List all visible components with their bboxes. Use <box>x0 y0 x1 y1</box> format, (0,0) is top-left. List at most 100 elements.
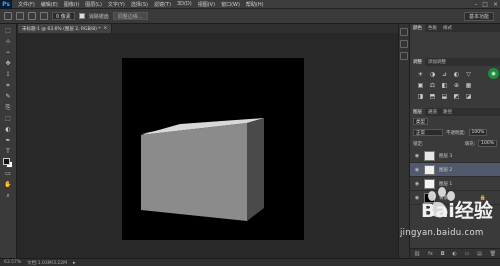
menu-help[interactable]: 帮助(H) <box>243 1 267 8</box>
eraser-tool-icon[interactable]: ⬚ <box>3 114 14 123</box>
brush-panel-icon[interactable] <box>400 52 408 60</box>
document-tabs: 未标题-1 @ 63.6% (图层 2, RGB/8) * × <box>18 24 398 33</box>
minimize-icon[interactable]: – <box>474 1 477 8</box>
canvas-area[interactable] <box>18 33 398 258</box>
layers-panel-tabs: 图层 通道 路径 <box>410 108 500 116</box>
status-menu-icon[interactable]: ▸ <box>73 260 76 266</box>
refine-edge-button[interactable]: 调整边缘... <box>112 12 148 20</box>
visibility-eye-icon[interactable]: ◉ <box>414 181 420 187</box>
layer-thumbnail <box>424 150 435 161</box>
opacity-label: 不透明度: <box>446 130 466 136</box>
tab-styles[interactable]: 样式 <box>440 24 455 32</box>
foreground-color-swatch[interactable] <box>3 158 10 165</box>
layer-mask-icon[interactable]: ◘ <box>441 251 445 257</box>
fill-field[interactable]: 100% <box>478 140 497 147</box>
levels-icon[interactable]: ◑ <box>428 70 437 78</box>
invert-icon[interactable]: ◨ <box>416 92 425 100</box>
threshold-icon[interactable]: ⬓ <box>440 92 449 100</box>
tab-channels[interactable]: 通道 <box>425 108 440 116</box>
quick-select-tool-icon[interactable]: ✥ <box>3 59 14 68</box>
layer-kind-filter[interactable]: 类型 <box>413 118 428 125</box>
channel-mixer-icon[interactable]: ▦ <box>464 81 473 89</box>
close-icon[interactable]: × <box>493 1 498 8</box>
lasso-tool-icon[interactable]: ⌁ <box>3 48 14 57</box>
feather-field[interactable]: 0 像素 <box>52 12 75 20</box>
marquee-preset-icon[interactable] <box>4 12 12 20</box>
menu-view[interactable]: 视图(V) <box>195 1 218 8</box>
menu-select[interactable]: 选择(S) <box>128 1 151 8</box>
eyedropper-tool-icon[interactable]: ⌗ <box>3 81 14 90</box>
opacity-field[interactable]: 100% <box>468 129 488 136</box>
type-tool-icon[interactable]: T <box>3 147 14 156</box>
subtract-selection-icon[interactable] <box>40 12 48 20</box>
menu-window[interactable]: 窗口(W) <box>218 1 243 8</box>
layer-row-2[interactable]: ◉ 图层 2 <box>410 163 500 177</box>
menu-type[interactable]: 文字(Y) <box>105 1 128 8</box>
visibility-eye-icon[interactable]: ◉ <box>414 195 420 201</box>
menu-edit[interactable]: 编辑(E) <box>38 1 61 8</box>
layer-row-3[interactable]: ◉ 图层 3 <box>410 149 500 163</box>
brightness-icon[interactable]: ☀ <box>416 70 425 78</box>
posterize-icon[interactable]: ⬒ <box>428 92 437 100</box>
tab-color[interactable]: 颜色 <box>410 24 425 32</box>
tab-paths[interactable]: 路径 <box>440 108 455 116</box>
layer-style-icon[interactable]: fx <box>428 251 433 257</box>
new-layer-icon[interactable]: ▤ <box>477 251 482 257</box>
add-selection-icon[interactable] <box>28 12 36 20</box>
shape-tool-icon[interactable]: ▭ <box>3 169 14 178</box>
link-layers-icon[interactable]: ⛓ <box>414 251 420 257</box>
hue-icon[interactable]: ▣ <box>416 81 425 89</box>
crop-tool-icon[interactable]: ⟟ <box>3 70 14 79</box>
zoom-level[interactable]: 63.57% <box>4 260 21 265</box>
tab-adjustments[interactable]: 调整 <box>410 58 425 66</box>
stamp-tool-icon[interactable]: ⎘ <box>3 103 14 112</box>
curves-icon[interactable]: ⊿ <box>440 70 449 78</box>
maximize-icon[interactable]: □ <box>482 1 488 8</box>
marquee-tool-icon[interactable]: ⊹ <box>3 37 14 46</box>
group-icon[interactable]: ▭ <box>465 251 470 257</box>
bw-icon[interactable]: ◧ <box>440 81 449 89</box>
selective-color-icon[interactable]: ◪ <box>464 92 473 100</box>
anti-alias-checkbox[interactable] <box>78 13 85 19</box>
add-adjustment-label: 添加调整 <box>428 60 446 65</box>
vibrance-icon[interactable]: ▽ <box>464 70 473 78</box>
tab-document-label: 未标题-1 @ 63.6% (图层 2, RGB/8) * <box>22 26 101 32</box>
visibility-eye-icon[interactable]: ◉ <box>414 153 420 159</box>
new-selection-icon[interactable] <box>16 12 24 20</box>
history-panel-icon[interactable] <box>400 28 408 36</box>
layer-row-1[interactable]: ◉ 图层 1 <box>410 177 500 191</box>
doc-size: 文档:1.03M/3.22M <box>27 260 68 266</box>
menu-filter[interactable]: 滤镜(T) <box>151 1 174 8</box>
cube-drawing <box>141 118 264 221</box>
adjustment-layer-icon[interactable]: ◐ <box>452 251 456 257</box>
tab-layers[interactable]: 图层 <box>410 108 425 116</box>
zoom-tool-icon[interactable]: ⌕ <box>3 191 14 200</box>
photo-filter-icon[interactable]: ⊕ <box>452 81 461 89</box>
menu-image[interactable]: 图像(I) <box>61 1 82 8</box>
balance-icon[interactable]: ⚖ <box>428 81 437 89</box>
tab-document[interactable]: 未标题-1 @ 63.6% (图层 2, RGB/8) * × <box>18 24 113 33</box>
layer-name: 图层 1 <box>439 181 453 187</box>
menu-3d[interactable]: 3D(D) <box>174 1 195 7</box>
lock-row: 锁定: 填充: 100% <box>410 138 500 149</box>
layer-filter-row: 类型 <box>410 116 500 127</box>
gradient-map-icon[interactable]: ◩ <box>452 92 461 100</box>
layer-thumbnail <box>424 178 435 189</box>
tab-swatches[interactable]: 色板 <box>425 24 440 32</box>
tab-close-icon[interactable]: × <box>104 26 108 31</box>
exposure-icon[interactable]: ◐ <box>452 70 461 78</box>
move-tool-icon[interactable]: ⬚ <box>3 26 14 35</box>
workspace-selector[interactable]: 基本功能 <box>463 12 494 21</box>
properties-panel-icon[interactable] <box>400 40 408 48</box>
visibility-eye-icon[interactable]: ◉ <box>414 167 420 173</box>
pen-tool-icon[interactable]: ✒ <box>3 136 14 145</box>
brush-tool-icon[interactable]: ✎ <box>3 92 14 101</box>
document-canvas[interactable] <box>122 58 304 240</box>
hand-tool-icon[interactable]: ✋ <box>3 180 14 189</box>
blend-mode-select[interactable]: 正常 <box>413 129 443 136</box>
menu-bar: Ps 文件(F) 编辑(E) 图像(I) 图层(L) 文字(Y) 选择(S) 滤… <box>0 0 500 9</box>
dodge-tool-icon[interactable]: ◐ <box>3 125 14 134</box>
delete-layer-icon[interactable]: 🗑 <box>490 251 496 257</box>
menu-file[interactable]: 文件(F) <box>15 1 38 8</box>
menu-layer[interactable]: 图层(L) <box>82 1 105 8</box>
